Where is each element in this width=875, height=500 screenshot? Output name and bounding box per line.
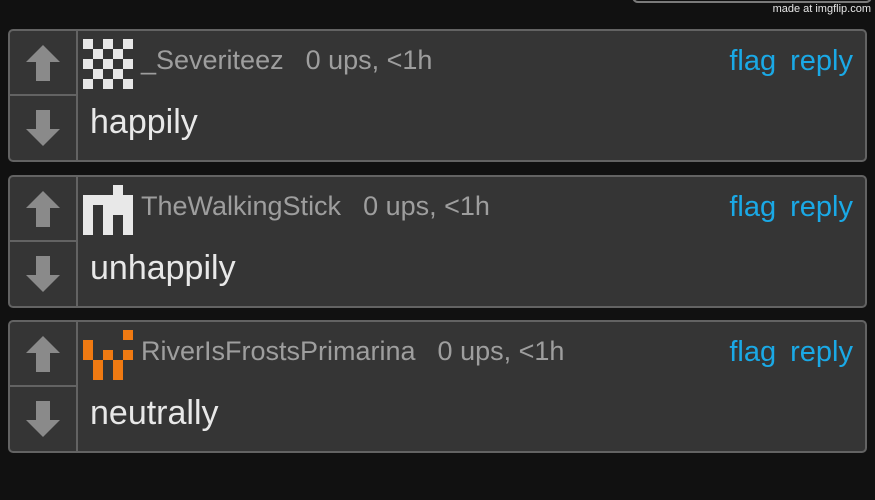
- comment-stats: 0 ups, <1h: [437, 336, 565, 366]
- arrow-up-icon: [26, 44, 60, 81]
- user-avatar-icon[interactable]: [83, 330, 133, 380]
- arrow-down-icon: [26, 110, 60, 146]
- downvote-button[interactable]: [10, 387, 76, 451]
- comment-meta: RiverIsFrostsPrimarina 0 ups, <1h: [141, 336, 564, 367]
- vote-column: [10, 31, 78, 160]
- comment-actions: flag reply: [729, 191, 853, 224]
- imgflip-watermark: made at imgflip.com: [772, 3, 871, 15]
- reply-link[interactable]: reply: [790, 191, 853, 223]
- user-avatar-icon[interactable]: [83, 39, 133, 89]
- username-link[interactable]: _Severiteez: [141, 45, 284, 75]
- upvote-button[interactable]: [10, 322, 76, 387]
- comment-card: _Severiteez 0 ups, <1h flag reply happily: [8, 29, 867, 162]
- comment-card: RiverIsFrostsPrimarina 0 ups, <1h flag rep…: [8, 320, 867, 453]
- arrow-down-icon: [26, 256, 60, 292]
- comment-meta: TheWalkingStick 0 ups, <1h: [141, 191, 490, 222]
- arrow-up-icon: [26, 335, 60, 372]
- downvote-button[interactable]: [10, 96, 76, 160]
- comment-stats: 0 ups, <1h: [305, 45, 433, 75]
- vote-column: [10, 177, 78, 306]
- upvote-button[interactable]: [10, 31, 76, 96]
- comment-card: TheWalkingStick 0 ups, <1h flag reply unha…: [8, 175, 867, 308]
- flag-link[interactable]: flag: [729, 45, 776, 77]
- downvote-button[interactable]: [10, 242, 76, 306]
- comment-text: neutrally: [90, 394, 219, 432]
- flag-link[interactable]: flag: [729, 336, 776, 368]
- username-link[interactable]: TheWalkingStick: [141, 191, 341, 221]
- arrow-up-icon: [26, 190, 60, 227]
- comment-meta: _Severiteez 0 ups, <1h: [141, 45, 432, 76]
- comment-actions: flag reply: [729, 45, 853, 78]
- comment-stats: 0 ups, <1h: [363, 191, 490, 221]
- reply-link[interactable]: reply: [790, 45, 853, 77]
- arrow-down-icon: [26, 401, 60, 437]
- flag-link[interactable]: flag: [729, 191, 776, 223]
- user-avatar-icon[interactable]: [83, 185, 133, 235]
- comment-text: unhappily: [90, 249, 236, 287]
- vote-column: [10, 322, 78, 451]
- reply-link[interactable]: reply: [790, 336, 853, 368]
- upvote-button[interactable]: [10, 177, 76, 242]
- username-link[interactable]: RiverIsFrostsPrimarina: [141, 336, 416, 366]
- comment-actions: flag reply: [729, 336, 853, 369]
- comment-text: happily: [90, 103, 198, 141]
